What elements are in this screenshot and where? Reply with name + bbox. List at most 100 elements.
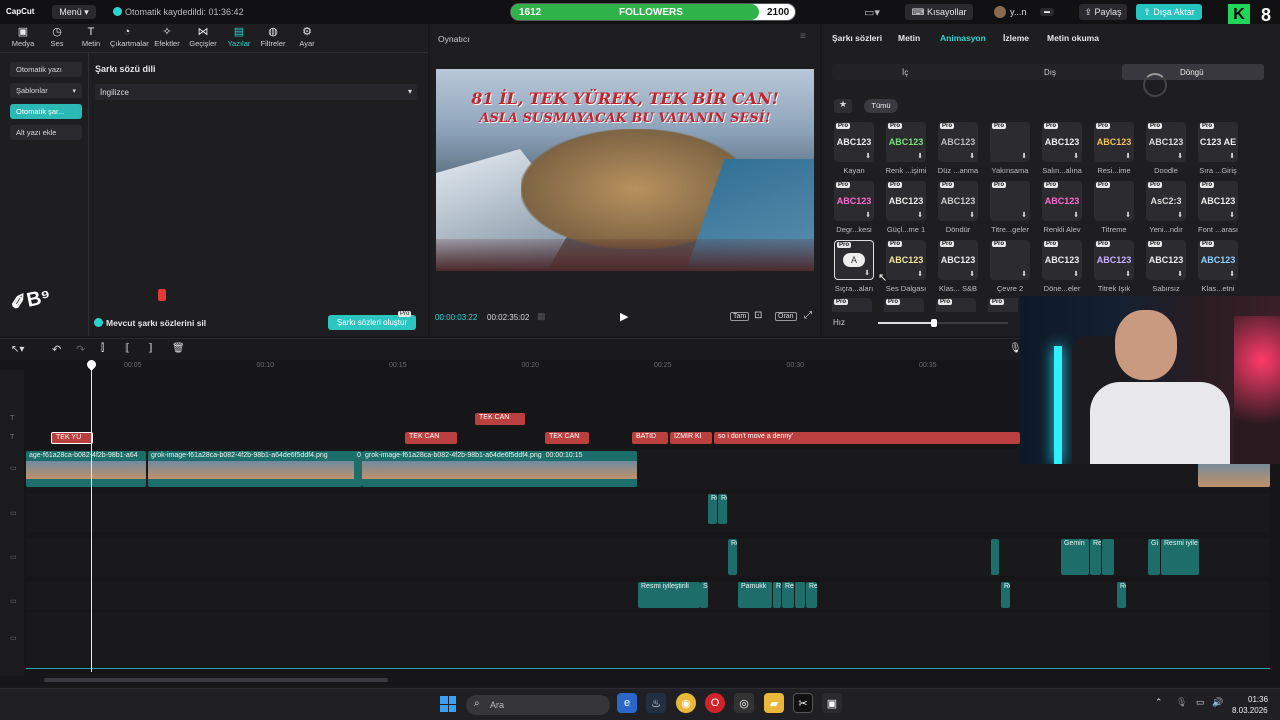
volume-icon[interactable]: 🔊 [1212,697,1223,708]
video-clip[interactable]: Re [708,494,717,524]
animation-preset[interactable]: Pro ABC123 ⬇ [1198,181,1238,221]
animation-preset[interactable]: Pro ABC123 ⬇ [1042,122,1082,162]
text-clip[interactable]: so i don't move a denny' [714,432,1020,444]
speed-slider-handle[interactable] [931,319,937,327]
select-tool-icon[interactable]: ↖▾ [11,344,24,355]
fullscreen-mode-button[interactable]: Tam [730,312,750,321]
download-icon[interactable]: ⬇ [917,270,923,278]
video-clip[interactable]: Re [718,494,727,524]
shortcuts-button[interactable]: ⌨ Kısayollar [905,4,973,20]
video-clip[interactable]: age-f61a28ca-b082-4f2b-98b1-a64 [26,451,146,487]
download-icon[interactable]: ⬇ [1073,270,1079,278]
video-preview[interactable]: 81 İL, TEK YÜREK, TEK BİR CAN! ASLA SUSM… [436,69,814,271]
inspector-tab[interactable]: Animasyon [940,33,986,43]
animation-preset[interactable]: Pro ABC123 ⬇ [834,122,874,162]
animation-preset[interactable]: Pro ⬇ [990,181,1030,221]
video-clip[interactable]: grok-image-f61a28ca-b082-4f2b-98b1-a64de… [362,451,637,487]
download-icon[interactable]: ⬇ [864,269,870,277]
animation-preset[interactable]: Pro ABC123 ⬇ [1198,240,1238,280]
delete-icon[interactable]: 🗑 [172,343,185,354]
video-clip[interactable] [1198,461,1270,487]
play-icon[interactable]: ▶ [620,310,628,323]
text-track-icon[interactable]: T [10,434,14,441]
animation-preset[interactable]: Pro ABC123 ⬇ [938,181,978,221]
download-icon[interactable]: ⬇ [865,211,871,219]
layout-icon[interactable]: ▭▾ [864,6,880,19]
text-clip[interactable]: TEK CAN [405,432,457,444]
animation-preset[interactable]: Pro ABC123 ⬇ [938,122,978,162]
toolbar-adjust-button[interactable]: ⚙ Ayar [290,26,324,48]
text-clip[interactable]: TEK CAN [545,432,589,444]
download-icon[interactable]: ⬇ [969,211,975,219]
sidebar-item[interactable]: Alt yazı ekle [10,125,82,140]
avatar[interactable] [994,6,1006,18]
toolbar-transitions-button[interactable]: ⋈ Geçişler [186,26,220,48]
video-clip[interactable]: Resmi iyileştirili [638,582,700,608]
timecode-grid-icon[interactable]: ▦ [537,311,546,322]
download-icon[interactable]: ⬇ [1229,270,1235,278]
timeline-scrollbar[interactable] [44,678,388,682]
download-icon[interactable]: ⬇ [1125,270,1131,278]
filter-all-button[interactable]: Tümü [864,99,898,113]
tray-mic-icon[interactable]: 🎙 [1176,697,1187,708]
expand-icon[interactable]: ⤢ [804,310,812,321]
start-icon[interactable] [440,696,456,712]
download-icon[interactable]: ⬇ [969,270,975,278]
video-clip[interactable]: Re [728,539,737,575]
trim-right-icon[interactable]: ⟧ [148,343,153,354]
opera-icon[interactable]: O [705,693,725,713]
tray-chevron-icon[interactable]: ⌃ [1155,697,1163,708]
video-track-icon[interactable]: ▭ [10,509,17,517]
folder-icon[interactable]: ▰ [764,693,784,713]
sidebar-item[interactable]: Otomatik yazı [10,62,82,77]
animation-preset[interactable]: Pro ABC123 ⬇ [886,122,926,162]
network-icon[interactable]: ▭ [1196,697,1205,708]
animation-preset[interactable]: Pro ABC123 ⬇ [886,240,926,280]
obs-icon[interactable]: ◎ [734,693,754,713]
animation-preset[interactable]: Pro C123 AE ⬇ [1198,122,1238,162]
inspector-tab[interactable]: Metin [898,33,920,43]
video-clip[interactable] [1102,539,1114,575]
text-clip[interactable]: TEK CAN [475,413,525,425]
split-icon[interactable]: ⫿ [101,343,104,354]
subtab-loop[interactable]: Döngü [1180,68,1204,77]
animation-preset[interactable]: Pro AsC2:3 ⬇ [1146,181,1186,221]
capcut-icon[interactable]: ✂ [793,693,813,713]
download-icon[interactable]: ⬇ [1021,152,1027,160]
animation-preset[interactable]: Pro ABC123 ⬇ [1042,181,1082,221]
download-icon[interactable]: ⬇ [1177,152,1183,160]
video-clip[interactable] [795,582,805,608]
video-clip[interactable]: Re [806,582,817,608]
video-clip[interactable]: Gi [1148,539,1160,575]
text-clip[interactable]: BATID [632,432,668,444]
audio-track-icon[interactable]: ▭ [10,634,17,642]
star-icon[interactable]: ★ [834,99,852,113]
capture-icon[interactable]: ⊡ [754,310,762,321]
app-icon[interactable]: ▣ [822,693,842,713]
sidebar-item[interactable]: Şablonlar ▾ [10,83,82,98]
steam-icon[interactable]: ♨ [646,693,666,713]
toolbar-filters-button[interactable]: ◍ Filtreler [256,26,290,48]
download-icon[interactable]: ⬇ [1229,152,1235,160]
language-select[interactable]: İngilizce ▾ [95,84,417,100]
inspector-tab[interactable]: Metin okuma [1047,33,1099,43]
download-icon[interactable]: ⬇ [1073,211,1079,219]
playhead[interactable] [91,360,92,672]
download-icon[interactable]: ⬇ [865,152,871,160]
video-clip[interactable]: Re [1001,582,1010,608]
speed-slider[interactable] [878,319,1008,327]
hamburger-icon[interactable]: ≡ [800,31,806,42]
download-icon[interactable]: ⬇ [1021,270,1027,278]
download-icon[interactable]: ⬇ [1125,211,1131,219]
video-track-icon[interactable]: ▭ [10,597,17,605]
redo-icon[interactable]: ↷ [76,343,85,356]
chrome-icon[interactable]: ◉ [676,693,696,713]
subtab-in[interactable]: İç [902,68,908,77]
video-clip[interactable]: R [773,582,781,608]
video-track-icon[interactable]: ▭ [10,553,17,561]
generate-lyrics-button[interactable]: Şarkı sözleri oluştur [328,315,416,330]
toolbar-captions-button[interactable]: ▤ Yazılar [222,26,256,48]
video-clip[interactable]: Resmi iyile [1161,539,1199,575]
animation-preset[interactable]: Pro ABC123 ⬇ [1094,122,1134,162]
ratio-button[interactable]: Oran [775,312,797,321]
